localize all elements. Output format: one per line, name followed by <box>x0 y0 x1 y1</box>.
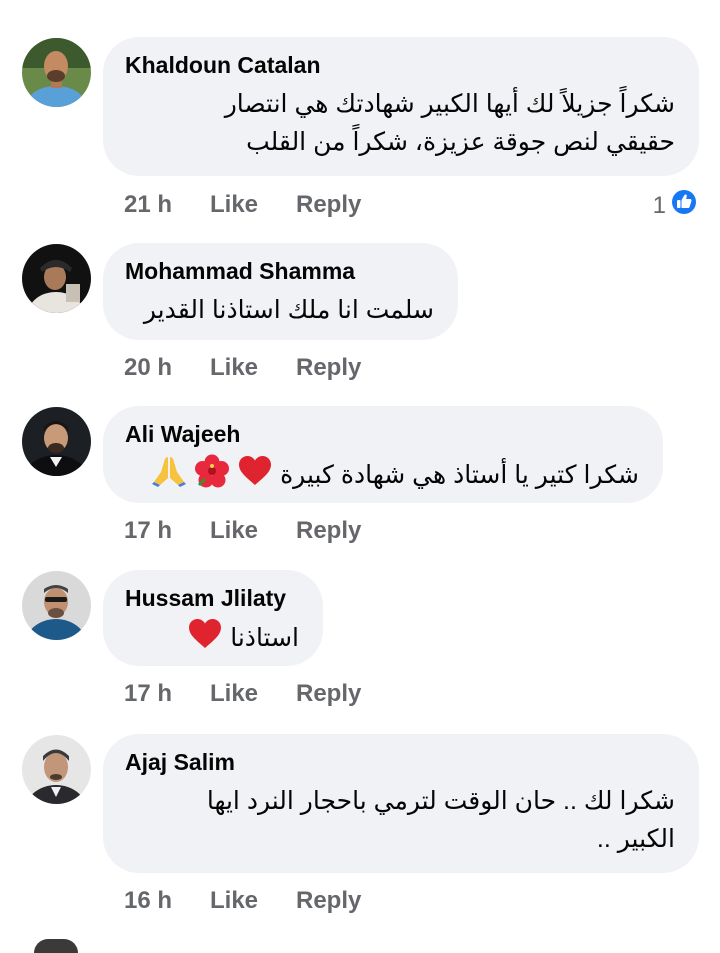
comment-text: استاذنا <box>125 618 299 661</box>
comment-text-line: شكرا كتير يا أستاذ هي شهادة كبيرة <box>125 454 639 499</box>
comment-timestamp[interactable]: 20 h <box>124 354 210 382</box>
comment-bubble: Khaldoun Catalan شكراً جزيلاً لك أيها ال… <box>103 37 699 176</box>
comment-text: شكراً جزيلاً لك أيها الكبير شهادتك هي ان… <box>125 85 675 161</box>
comment-text-line: استاذنا <box>125 618 299 661</box>
comment-text-line: حقيقي لنص جوقة عزيزة، شكراً من القلب <box>246 128 675 156</box>
reply-button[interactable]: Reply <box>296 191 361 219</box>
comment-author[interactable]: Mohammad Shamma <box>125 257 434 285</box>
avatar[interactable] <box>22 407 91 476</box>
like-button[interactable]: Like <box>210 680 296 708</box>
comment-actions: 16 h Like Reply <box>124 886 361 916</box>
like-button[interactable]: Like <box>210 517 296 545</box>
comment-actions: 21 h Like Reply <box>124 190 361 220</box>
reaction-summary[interactable]: 1 <box>653 188 698 223</box>
like-button[interactable]: Like <box>210 354 296 382</box>
heart-emoji <box>188 618 222 661</box>
comment-bubble: Ajaj Salim شكرا لك .. حان الوقت لترمي با… <box>103 734 699 873</box>
comment-text: شكرا كتير يا أستاذ هي شهادة كبيرة <box>125 454 639 499</box>
comment-text-line: شكرا لك .. حان الوقت لترمي باحجار النرد … <box>206 787 675 815</box>
comment-author[interactable]: Ajaj Salim <box>125 748 675 776</box>
hibiscus-emoji <box>195 454 230 499</box>
avatar[interactable] <box>22 244 91 313</box>
comment-text-line: شكراً جزيلاً لك أيها الكبير شهادتك هي ان… <box>224 90 675 118</box>
comment-actions: 17 h Like Reply <box>124 679 361 709</box>
comment-actions: 17 h Like Reply <box>124 516 361 546</box>
avatar[interactable] <box>22 735 91 804</box>
comment-text: سلمت انا ملك استاذنا القدير <box>125 291 434 329</box>
comment-actions: 20 h Like Reply <box>124 353 361 383</box>
avatar[interactable] <box>22 571 91 640</box>
reaction-count: 1 <box>652 191 666 219</box>
comment-text-line: سلمت انا ملك استاذنا القدير <box>143 296 434 324</box>
comment-bubble: Ali Wajeeh شكرا كتير يا أستاذ هي شهادة ك… <box>103 406 663 503</box>
comment-bubble: Mohammad Shamma سلمت انا ملك استاذنا الق… <box>103 243 458 340</box>
comment-text: شكرا لك .. حان الوقت لترمي باحجار النرد … <box>125 782 675 858</box>
thumbs-up-icon <box>670 188 698 223</box>
comment-timestamp[interactable]: 17 h <box>124 517 210 545</box>
reply-button[interactable]: Reply <box>296 680 361 708</box>
comment-text-content: استاذنا <box>230 624 299 653</box>
comment-text-content: شكرا كتير يا أستاذ هي شهادة كبيرة <box>280 461 639 490</box>
like-button[interactable]: Like <box>210 887 296 915</box>
heart-emoji <box>238 455 272 498</box>
comment-timestamp[interactable]: 17 h <box>124 680 210 708</box>
reply-button[interactable]: Reply <box>296 354 361 382</box>
reply-button[interactable]: Reply <box>296 887 361 915</box>
comment-author[interactable]: Hussam Jlilaty <box>125 584 299 612</box>
reply-button[interactable]: Reply <box>296 517 361 545</box>
comment-timestamp[interactable]: 16 h <box>124 887 210 915</box>
comment-text-line: الكبير .. <box>596 825 675 853</box>
like-button[interactable]: Like <box>210 191 296 219</box>
avatar[interactable] <box>22 38 91 107</box>
comment-author[interactable]: Ali Wajeeh <box>125 420 639 448</box>
avatar[interactable] <box>34 939 78 953</box>
folded-hands-emoji <box>152 454 187 499</box>
comment-bubble: Hussam Jlilaty استاذنا <box>103 570 323 666</box>
comment-timestamp[interactable]: 21 h <box>124 191 210 219</box>
comment-author[interactable]: Khaldoun Catalan <box>125 51 675 79</box>
